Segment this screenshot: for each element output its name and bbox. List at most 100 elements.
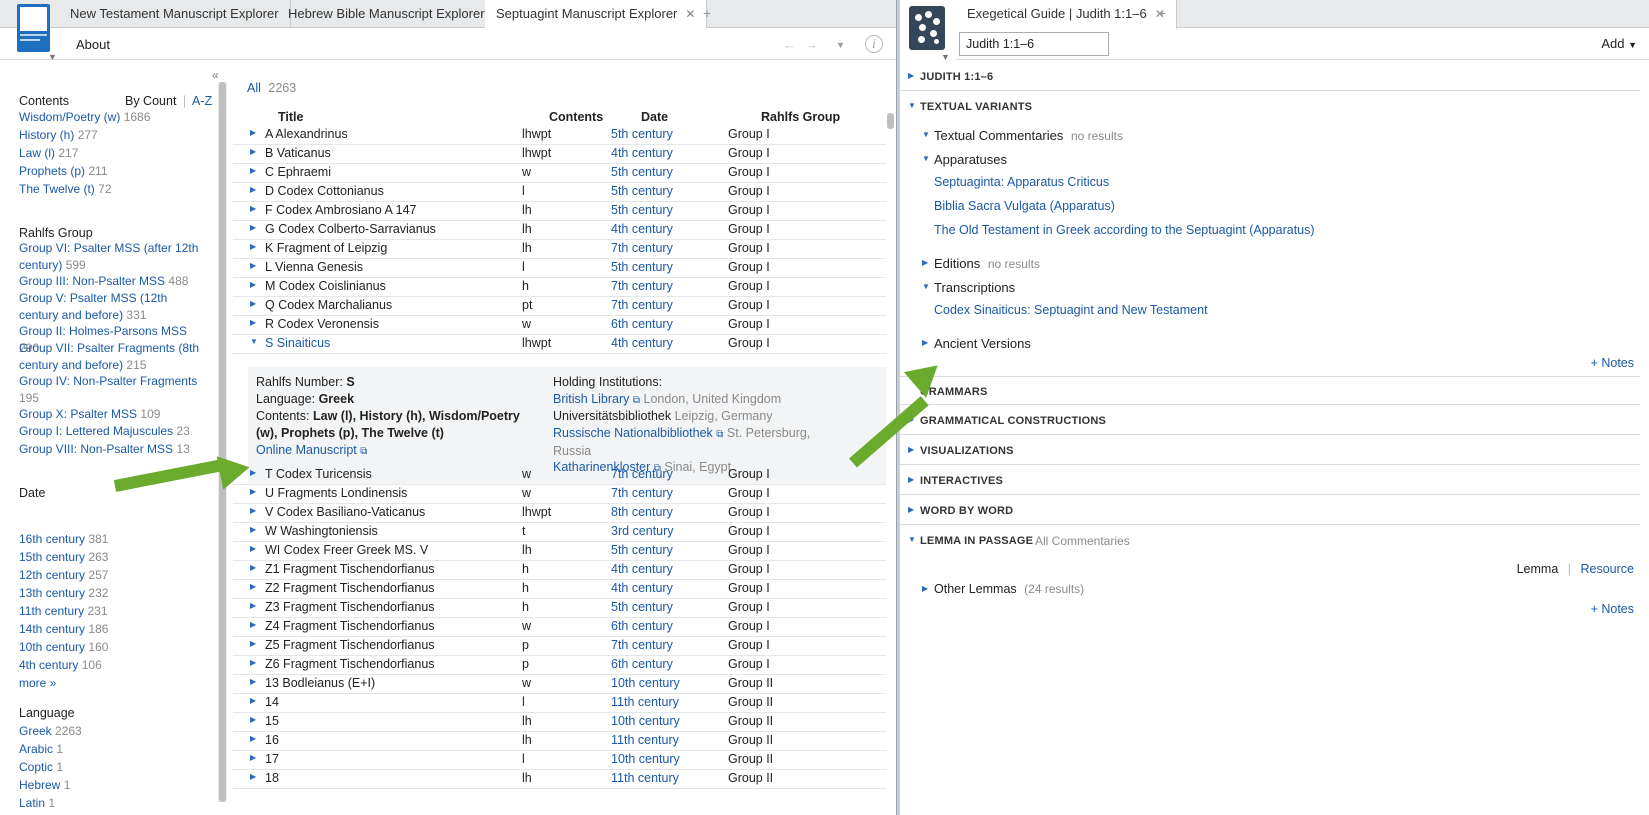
language-filter-item[interactable]: Hebrew 1	[19, 777, 209, 794]
table-row[interactable]: ▶ Z5 Fragment Tischendorfianus p 7th centur…	[233, 636, 890, 656]
institution-link[interactable]: Russische Nationalbibliothek	[553, 426, 713, 440]
expand-icon[interactable]: ▶	[250, 204, 256, 213]
language-filter-item[interactable]: Greek 2263	[19, 723, 209, 740]
all-commentaries[interactable]: All Commentaries	[1035, 534, 1130, 548]
expand-icon[interactable]: ▶	[250, 506, 256, 515]
expand-icon[interactable]: ▶	[250, 734, 256, 743]
rahlfs-filter-item[interactable]: Group IV: Non-Psalter Fragments 195	[19, 373, 209, 407]
table-row[interactable]: ▶ 17 l 10th century Group II	[233, 750, 890, 770]
expand-icon[interactable]: ▶	[250, 658, 256, 667]
about-link[interactable]: About	[76, 37, 110, 52]
section-lemma-in-passage[interactable]: ▼ LEMMA IN PASSAGE All Commentaries	[900, 526, 1640, 555]
row-date[interactable]: 5th century	[611, 543, 673, 557]
row-date[interactable]: 7th century	[611, 298, 673, 312]
right-scrollbar[interactable]	[1640, 60, 1649, 815]
row-date[interactable]: 5th century	[611, 203, 673, 217]
rahlfs-filter-item[interactable]: Group III: Non-Psalter MSS 488	[19, 273, 209, 290]
rahlfs-filter-item[interactable]: Group VIII: Non-Psalter MSS 13	[19, 441, 209, 458]
expand-icon[interactable]: ▶	[250, 318, 256, 327]
apparatus-link-septuaginta[interactable]: Septuaginta: Apparatus Criticus	[934, 175, 1109, 189]
table-row[interactable]: ▶ D Codex Cottonianus l 5th century Group I	[233, 182, 890, 202]
row-date[interactable]: 5th century	[611, 165, 673, 179]
forward-icon[interactable]: →	[805, 37, 818, 52]
expand-icon[interactable]: ▶	[250, 185, 256, 194]
add-button[interactable]: Add ▼	[1601, 36, 1637, 51]
table-row[interactable]: ▶ Z1 Fragment Tischendorfianus h 4th centur…	[233, 560, 890, 580]
table-row[interactable]: ▶ 15 lh 10th century Group II	[233, 712, 890, 732]
table-row[interactable]: ▶ WI Codex Freer Greek MS. V lh 5th century…	[233, 541, 890, 561]
info-icon[interactable]: i	[865, 35, 883, 53]
row-date[interactable]: 10th century	[611, 752, 680, 766]
expand-icon[interactable]: ▶	[250, 128, 256, 137]
other-lemmas[interactable]: ▶ Other Lemmas (24 results)	[922, 582, 1084, 596]
new-tab-icon[interactable]: +	[1158, 0, 1166, 28]
table-row[interactable]: ▶ F Codex Ambrosiano A 147 lh 5th century Gr…	[233, 201, 890, 221]
logo-menu-caret-icon[interactable]: ▼	[941, 52, 950, 62]
row-date[interactable]: 4th century	[611, 336, 673, 350]
expand-icon[interactable]: ▶	[250, 696, 256, 705]
table-row[interactable]: ▶ K Fragment of Leipzig lh 7th century Group…	[233, 239, 890, 259]
sidebar-scrollbar[interactable]	[218, 82, 227, 802]
contents-filter-item[interactable]: Law (l) 217	[19, 145, 209, 162]
row-date[interactable]: 3rd century	[611, 524, 674, 538]
contents-filter-item[interactable]: Wisdom/Poetry (w) 1686	[19, 109, 209, 126]
expand-icon[interactable]: ▶	[250, 223, 256, 232]
transcription-link-sinaiticus[interactable]: Codex Sinaiticus: Septuagint and New Tes…	[934, 303, 1208, 317]
table-row[interactable]: ▶ L Vienna Genesis l 5th century Group I	[233, 258, 890, 278]
textual-commentaries[interactable]: ▼ Textual Commentaries no results	[922, 128, 1123, 143]
collapse-sidebar-icon[interactable]: «	[212, 68, 218, 82]
expand-icon[interactable]: ▶	[250, 166, 256, 175]
table-row[interactable]: ▶ B Vaticanus lhwpt 4th century Group I	[233, 144, 890, 164]
table-row[interactable]: ▶ A Alexandrinus lhwpt 5th century Group I	[233, 125, 890, 145]
row-date[interactable]: 11th century	[611, 771, 679, 785]
date-filter-item[interactable]: 10th century 160	[19, 639, 209, 656]
expand-icon[interactable]: ▶	[250, 620, 256, 629]
row-date[interactable]: 5th century	[611, 127, 673, 141]
sort-by-count[interactable]: By Count	[125, 94, 176, 108]
row-date[interactable]: 7th century	[611, 486, 673, 500]
expand-icon[interactable]: ▶	[250, 677, 256, 686]
expand-icon[interactable]: ▶	[250, 582, 256, 591]
row-date[interactable]: 5th century	[611, 184, 673, 198]
table-row[interactable]: ▶ 16 lh 11th century Group II	[233, 731, 890, 751]
section-judith[interactable]: ▶ JUDITH 1:1–6	[900, 62, 1640, 91]
section-visualizations[interactable]: ▶ VISUALIZATIONS	[900, 436, 1640, 465]
apparatuses[interactable]: ▼ Apparatuses	[922, 152, 1007, 167]
table-scrollbar[interactable]	[886, 103, 895, 815]
section-interactives[interactable]: ▶ INTERACTIVES	[900, 466, 1640, 495]
table-row[interactable]: ▼ S Sinaiticus lhwpt 4th century Group I	[233, 334, 890, 354]
expand-icon[interactable]: ▶	[250, 299, 256, 308]
table-row[interactable]: ▶ V Codex Basiliano-Vaticanus lhwpt 8th cen…	[233, 503, 890, 523]
rahlfs-filter-item[interactable]: Group VII: Psalter Fragments (8th centur…	[19, 340, 209, 374]
ancient-versions[interactable]: ▶ Ancient Versions	[922, 336, 1031, 351]
language-filter-item[interactable]: Latin 1	[19, 795, 209, 812]
section-grammars[interactable]: GRAMMARS	[900, 376, 1640, 405]
back-icon[interactable]: ←	[783, 37, 796, 52]
contents-filter-item[interactable]: Prophets (p) 211	[19, 163, 209, 180]
row-date[interactable]: 10th century	[611, 676, 680, 690]
row-date[interactable]: 5th century	[611, 600, 673, 614]
table-row[interactable]: ▶ 13 Bodleianus (E+I) w 10th century Group I…	[233, 674, 890, 694]
all-link[interactable]: All	[247, 81, 261, 95]
row-date[interactable]: 5th century	[611, 260, 673, 274]
table-row[interactable]: ▶ C Ephraemi w 5th century Group I	[233, 163, 890, 183]
expand-icon[interactable]: ▶	[250, 715, 256, 724]
row-date[interactable]: 7th century	[611, 467, 673, 481]
sort-a-z[interactable]: A-Z	[192, 94, 212, 108]
row-date[interactable]: 7th century	[611, 638, 673, 652]
expand-icon[interactable]: ▶	[250, 544, 256, 553]
row-date[interactable]: 8th century	[611, 505, 673, 519]
table-row[interactable]: ▶ Q Codex Marchalianus pt 7th century Group …	[233, 296, 890, 316]
online-manuscript-link[interactable]: Online Manuscript ⧉	[256, 442, 367, 460]
language-filter-item[interactable]: Coptic 1	[19, 759, 209, 776]
tab-new-testament[interactable]: New Testament Manuscript Explorer	[59, 0, 291, 28]
expand-icon[interactable]: ▶	[250, 753, 256, 762]
add-notes-link[interactable]: + Notes	[1591, 602, 1634, 616]
column-header-title[interactable]: Title	[278, 110, 303, 124]
row-date[interactable]: 4th century	[611, 222, 673, 236]
column-header-rahlfs-group[interactable]: Rahlfs Group	[761, 110, 840, 124]
row-date[interactable]: 7th century	[611, 241, 673, 255]
table-row[interactable]: ▶ Z4 Fragment Tischendorfianus w 6th centur…	[233, 617, 890, 637]
date-filter-item[interactable]: 16th century 381	[19, 531, 209, 548]
septuagint-explorer-logo[interactable]	[17, 4, 50, 52]
